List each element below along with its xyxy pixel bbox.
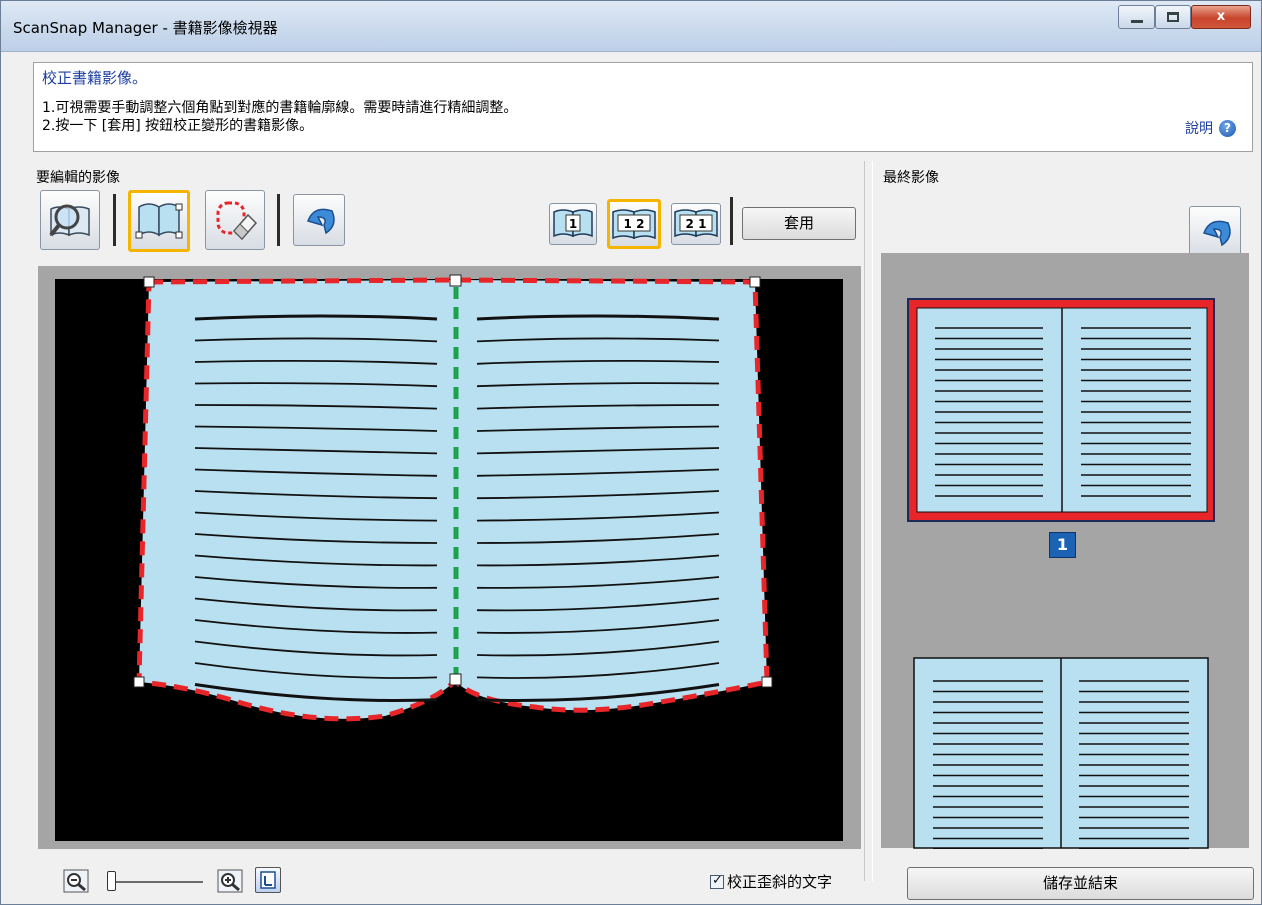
corner-handle[interactable] bbox=[449, 673, 462, 686]
instruction-box: 校正書籍影像。 1.可視需要手動調整六個角點到對應的書籍輪廓線。需要時請進行精細… bbox=[33, 62, 1253, 152]
save-and-exit-button[interactable]: 儲存並結束 bbox=[907, 867, 1254, 900]
book-outline-button[interactable] bbox=[128, 190, 190, 252]
single-page-button[interactable]: 1 bbox=[549, 203, 597, 245]
corner-handle[interactable] bbox=[143, 276, 155, 288]
maximize-button[interactable] bbox=[1155, 5, 1191, 29]
right-left-pages-button[interactable]: 2 1 bbox=[671, 203, 721, 245]
preview-undo-button[interactable] bbox=[1189, 206, 1241, 258]
erase-selection-button[interactable] bbox=[205, 190, 265, 250]
toolbar-separator bbox=[113, 194, 116, 246]
book-image-canvas[interactable] bbox=[55, 271, 843, 741]
magnifier-book-icon bbox=[49, 204, 90, 237]
eraser-selection-icon bbox=[216, 201, 258, 241]
preview-label: 最終影像 bbox=[883, 170, 939, 186]
zoom-out-icon[interactable] bbox=[63, 869, 91, 895]
apply-button[interactable]: 套用 bbox=[742, 207, 856, 240]
editor-label: 要編輯的影像 bbox=[36, 170, 120, 186]
corner-handle[interactable] bbox=[749, 276, 761, 288]
zoom-view-button[interactable] bbox=[40, 190, 100, 250]
corner-handle[interactable] bbox=[449, 274, 462, 287]
toolbar-separator bbox=[277, 194, 280, 246]
instruction-step-1: 1.可視需要手動調整六個角點到對應的書籍輪廓線。需要時請進行精細調整。 bbox=[42, 100, 518, 116]
toolbar-separator bbox=[730, 197, 733, 245]
panel-divider bbox=[864, 161, 865, 881]
undo-button[interactable] bbox=[293, 194, 345, 246]
undo-arrow-icon bbox=[1203, 220, 1231, 247]
preview-page-1[interactable] bbox=[907, 298, 1217, 524]
single-page-label: 1 bbox=[569, 217, 577, 231]
close-button[interactable]: x bbox=[1191, 5, 1251, 29]
minimize-icon bbox=[1131, 20, 1143, 23]
zoom-slider-thumb[interactable] bbox=[107, 871, 116, 891]
minimize-button[interactable] bbox=[1118, 5, 1155, 29]
close-icon: x bbox=[1216, 9, 1226, 24]
deskew-text-checkbox[interactable]: ✓ bbox=[710, 873, 724, 889]
page-number-badge: 1 bbox=[1049, 532, 1076, 558]
preview-page-2[interactable] bbox=[913, 657, 1209, 849]
one-page-book-icon: 1 bbox=[553, 209, 593, 238]
right-left-pages-label: 2 1 bbox=[686, 217, 707, 231]
two-page-book-icon: 1 2 bbox=[612, 209, 656, 240]
panel-divider-highlight bbox=[872, 161, 873, 881]
window-title: ScanSnap Manager - 書籍影像檢視器 bbox=[13, 19, 278, 37]
help-icon: ? bbox=[1219, 119, 1236, 137]
fit-window-icon bbox=[260, 871, 276, 889]
fit-to-window-button[interactable] bbox=[255, 867, 281, 893]
title-bar[interactable]: ScanSnap Manager - 書籍影像檢視器 x bbox=[1, 1, 1261, 52]
corner-handle[interactable] bbox=[761, 676, 773, 688]
help-label: 說明 bbox=[1185, 121, 1213, 137]
two-page-reversed-book-icon: 2 1 bbox=[674, 209, 718, 238]
book-outline bbox=[136, 277, 770, 722]
zoom-in-icon[interactable] bbox=[217, 869, 245, 895]
instruction-heading: 校正書籍影像。 bbox=[42, 69, 148, 87]
maximize-icon bbox=[1167, 12, 1179, 22]
check-mark-icon: ✓ bbox=[712, 873, 723, 888]
help-link[interactable]: 說明 ? bbox=[1185, 118, 1236, 138]
deskew-text-label: 校正歪斜的文字 bbox=[727, 873, 833, 891]
left-right-pages-label: 1 2 bbox=[624, 217, 645, 231]
undo-arrow-icon bbox=[307, 208, 335, 235]
book-outline-icon bbox=[135, 203, 183, 239]
zoom-slider-track[interactable] bbox=[111, 881, 203, 883]
corner-handle[interactable] bbox=[133, 676, 145, 688]
left-right-pages-button[interactable]: 1 2 bbox=[607, 199, 661, 249]
book-image-viewer-window: ScanSnap Manager - 書籍影像檢視器 x 校正書籍影像。 1.可… bbox=[0, 0, 1262, 905]
instruction-step-2: 2.按一下 [套用] 按鈕校正變形的書籍影像。 bbox=[42, 118, 314, 134]
